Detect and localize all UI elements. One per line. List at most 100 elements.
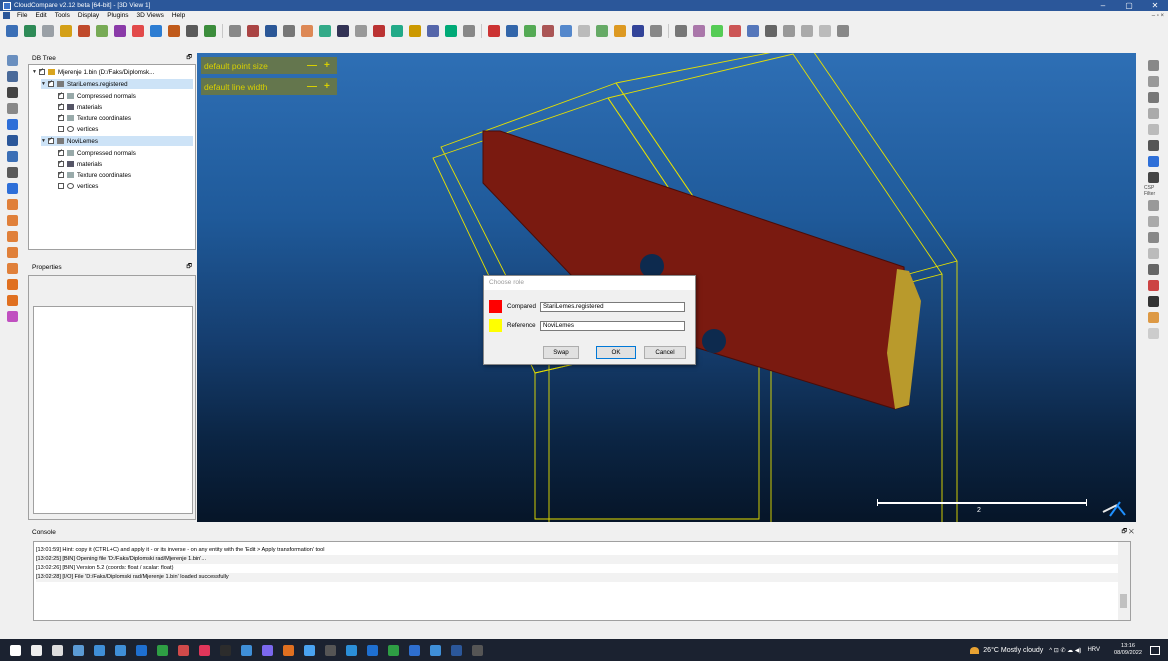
toolbar-tool-icon[interactable] (60, 25, 72, 37)
toolbar-tool-icon[interactable] (373, 25, 385, 37)
plugin-tool-icon[interactable] (1147, 312, 1159, 323)
plugin-tool-icon[interactable] (1147, 296, 1159, 307)
view-tool-icon[interactable] (6, 199, 18, 210)
compared-field[interactable]: StariLemes.registered (540, 301, 685, 312)
toolbar-tool-icon[interactable] (186, 25, 198, 37)
toolbar-tool-icon[interactable] (729, 25, 741, 37)
taskbar-app-icon[interactable] (199, 644, 210, 656)
taskbar-app-icon[interactable] (262, 644, 273, 656)
taskbar-app-icon[interactable] (388, 644, 399, 656)
taskbar-app-icon[interactable] (409, 644, 420, 656)
view-tool-icon[interactable] (6, 231, 18, 242)
view-tool-icon[interactable] (6, 215, 18, 226)
menu-edit[interactable]: Edit (31, 12, 50, 19)
start-icon[interactable] (10, 644, 21, 656)
plugin-tool-icon[interactable] (1147, 328, 1159, 339)
taskbar-app-icon[interactable] (157, 644, 168, 656)
toolbar-tool-icon[interactable] (578, 25, 590, 37)
ok-button[interactable]: OK (596, 346, 636, 359)
tray-icons[interactable]: ^ ⊡ ✆ ☁ ◀) (1049, 647, 1081, 654)
toolbar-tool-icon[interactable] (542, 25, 554, 37)
plugin-tool-icon[interactable] (1147, 200, 1159, 211)
menu-plugins[interactable]: Plugins (103, 12, 132, 19)
taskbar-app-icon[interactable] (94, 644, 105, 656)
cancel-button[interactable]: Cancel (644, 346, 686, 359)
menu-3d-views[interactable]: 3D Views (133, 12, 168, 19)
taskbar-app-icon[interactable] (73, 644, 84, 656)
plugin-tool-icon[interactable] (1147, 264, 1159, 275)
taskbar-app-icon[interactable] (325, 644, 336, 656)
toolbar-tool-icon[interactable] (463, 25, 475, 37)
language-indicator[interactable]: HRV (1087, 647, 1100, 653)
menu-tools[interactable]: Tools (51, 12, 74, 19)
toolbar-tool-icon[interactable] (355, 25, 367, 37)
taskbar-app-icon[interactable] (472, 644, 483, 656)
notification-icon[interactable] (1150, 645, 1160, 655)
toolbar-tool-icon[interactable] (391, 25, 403, 37)
view-tool-icon[interactable] (6, 135, 18, 146)
taskbar-app-icon[interactable] (304, 644, 315, 656)
toolbar-tool-icon[interactable] (765, 25, 777, 37)
console-scrollbar[interactable] (1118, 542, 1130, 620)
tree-row-texture[interactable]: Texture coordinates (58, 113, 131, 123)
toolbar-tool-icon[interactable] (409, 25, 421, 37)
view-tool-icon[interactable] (6, 151, 18, 162)
view-tool-icon[interactable] (6, 247, 18, 258)
toolbar-tool-icon[interactable] (301, 25, 313, 37)
plugin-tool-icon[interactable] (1147, 172, 1159, 183)
view-tool-icon[interactable] (6, 279, 18, 290)
clock[interactable]: 13:16 08/09/2022 (1114, 643, 1142, 657)
reference-field[interactable]: NoviLemes (540, 320, 685, 331)
tree-row-materials[interactable]: materials (58, 102, 102, 112)
toolbar-tool-icon[interactable] (204, 25, 216, 37)
expand-arrow-icon[interactable]: ▼ (41, 81, 48, 87)
toolbar-tool-icon[interactable] (24, 25, 36, 37)
visibility-checkbox[interactable] (48, 79, 54, 87)
maximize-button[interactable]: ▢ (1116, 0, 1142, 11)
scrollbar-thumb[interactable] (1120, 594, 1127, 608)
tree-row-texture[interactable]: Texture coordinates (58, 170, 131, 180)
plugin-tool-icon[interactable] (1147, 248, 1159, 259)
tree-row-root[interactable]: ▼ Mjerenje 1.bin (D:/Faks/Diplomsk... (32, 67, 154, 77)
expand-arrow-icon[interactable]: ▼ (41, 138, 48, 144)
tree-row-normals[interactable]: Compressed normals (58, 91, 136, 101)
db-tree-float-icon[interactable]: 🗗 (186, 53, 192, 64)
view-tool-icon[interactable] (6, 167, 18, 178)
taskbar-app-icon[interactable] (346, 644, 357, 656)
toolbar-tool-icon[interactable] (247, 25, 259, 37)
taskbar-app-icon[interactable] (220, 644, 231, 656)
close-button[interactable]: ✕ (1142, 0, 1168, 11)
visibility-checkbox[interactable] (58, 170, 64, 178)
plugin-tool-icon[interactable] (1147, 108, 1159, 119)
visibility-checkbox[interactable] (58, 102, 64, 110)
toolbar-tool-icon[interactable] (337, 25, 349, 37)
tree-row-vertices[interactable]: vertices (58, 181, 98, 191)
view-tool-icon[interactable] (6, 295, 18, 306)
tree-row-vertices[interactable]: vertices (58, 124, 98, 134)
toolbar-tool-icon[interactable] (6, 25, 18, 37)
mdi-controls[interactable]: – ▫ × (1152, 13, 1164, 19)
plugin-tool-icon[interactable] (1147, 60, 1159, 71)
taskbar-app-icon[interactable] (52, 644, 63, 656)
plugin-tool-icon[interactable] (1147, 280, 1159, 291)
weather-text[interactable]: 26°C Mostly cloudy (983, 647, 1043, 654)
toolbar-tool-icon[interactable] (524, 25, 536, 37)
toolbar-tool-icon[interactable] (596, 25, 608, 37)
toolbar-tool-icon[interactable] (650, 25, 662, 37)
visibility-checkbox[interactable] (58, 113, 64, 121)
taskbar-app-icon[interactable] (430, 644, 441, 656)
taskbar-app-icon[interactable] (178, 644, 189, 656)
expand-arrow-icon[interactable]: ▼ (32, 69, 39, 75)
toolbar-tool-icon[interactable] (614, 25, 626, 37)
tree-row-materials[interactable]: materials (58, 159, 102, 169)
taskbar-app-icon[interactable] (241, 644, 252, 656)
toolbar-tool-icon[interactable] (675, 25, 687, 37)
properties-float-icon[interactable]: 🗗 (186, 262, 192, 273)
toolbar-tool-icon[interactable] (445, 25, 457, 37)
tree-row-starilemes[interactable]: ▼ StariLemes.registered (41, 79, 193, 89)
toolbar-tool-icon[interactable] (168, 25, 180, 37)
visibility-checkbox[interactable] (58, 148, 64, 156)
view-tool-icon[interactable] (6, 71, 18, 82)
toolbar-tool-icon[interactable] (96, 25, 108, 37)
plugin-tool-icon[interactable] (1147, 140, 1159, 151)
